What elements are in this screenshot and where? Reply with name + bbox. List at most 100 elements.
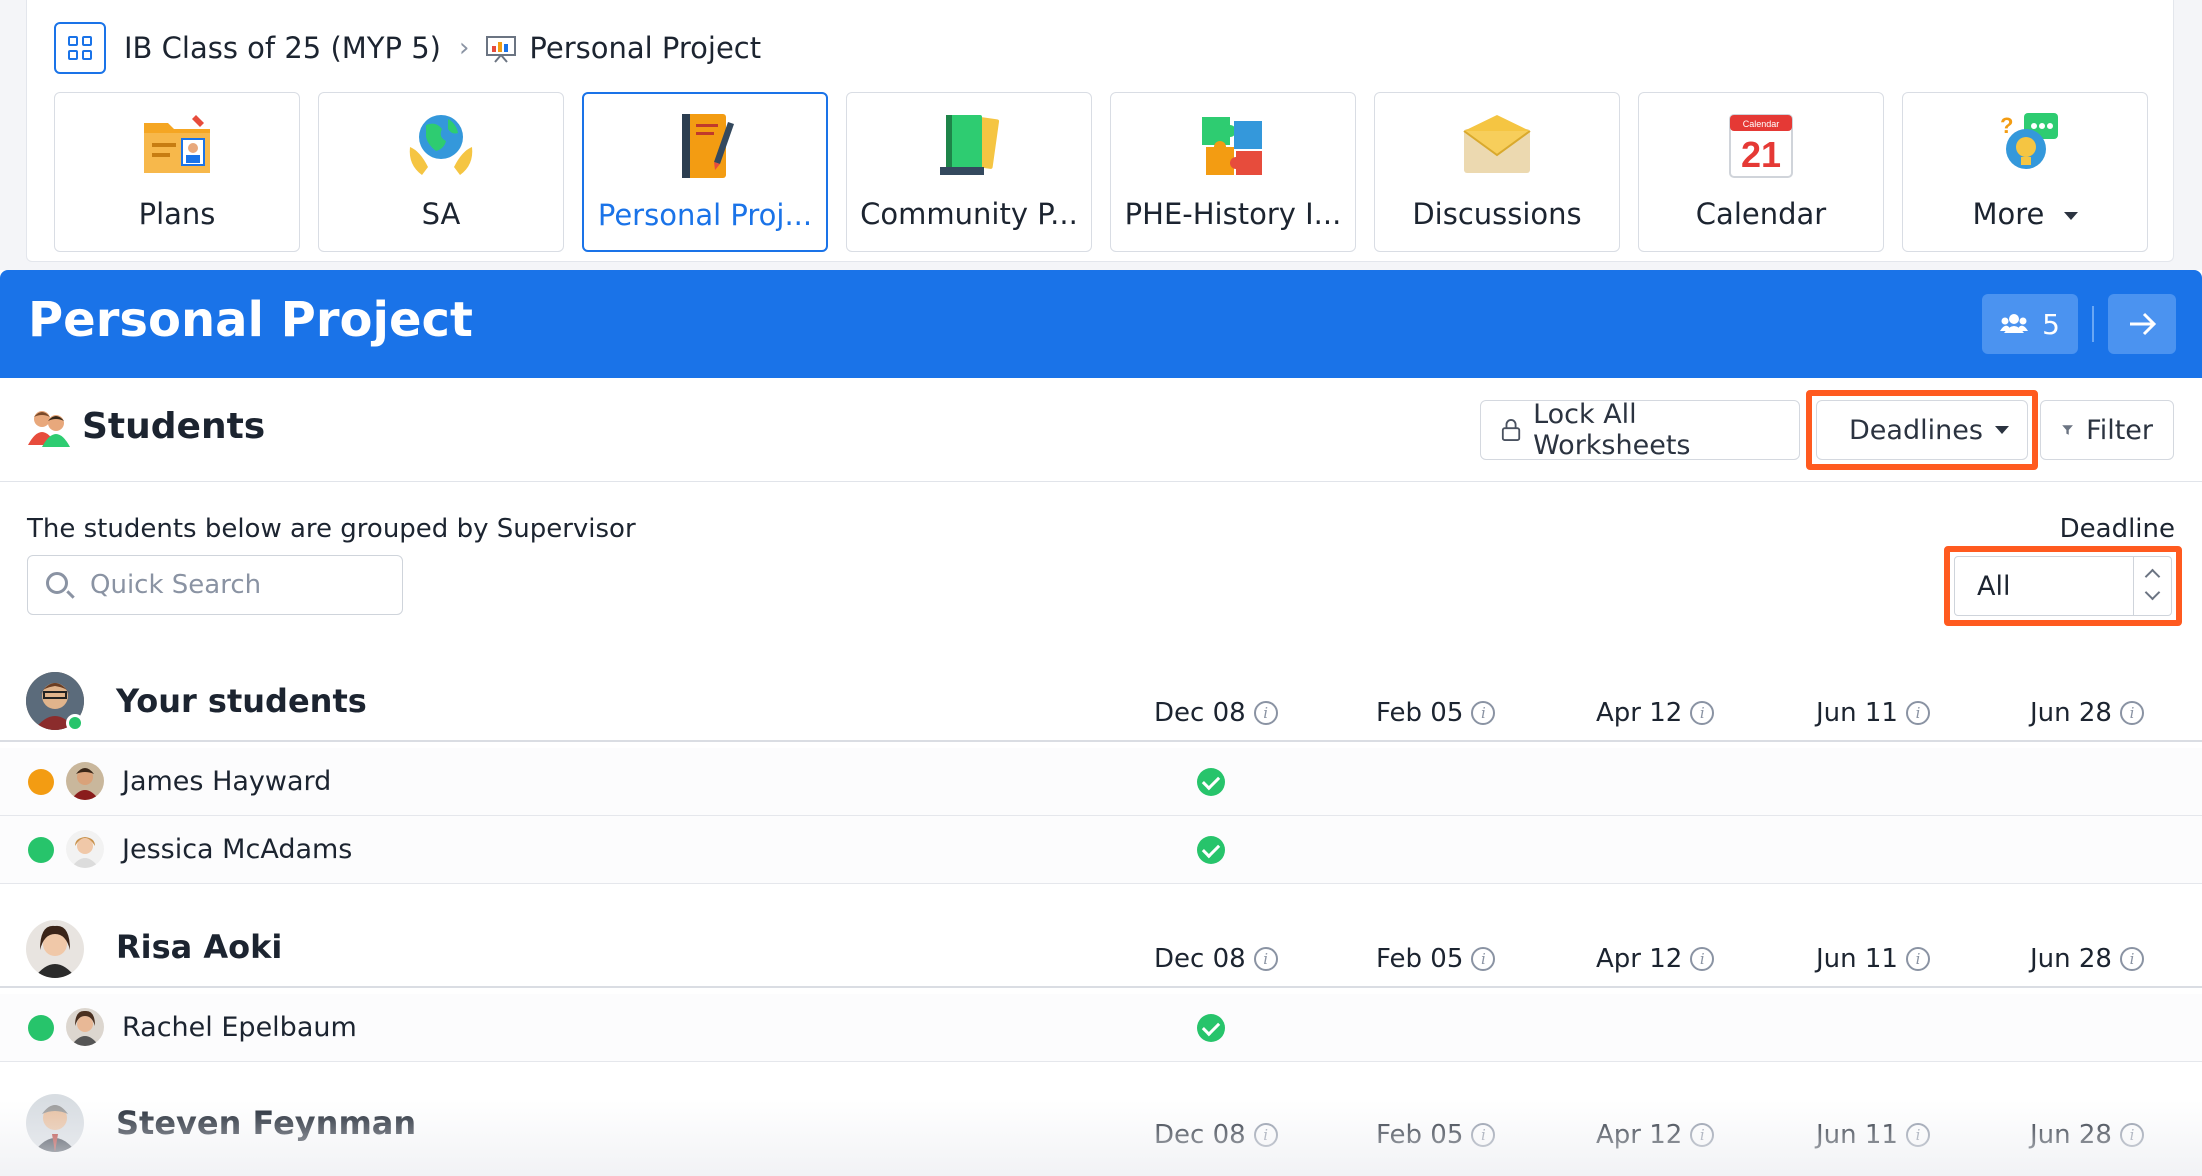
tile-calendar[interactable]: Calendar 21 Calendar <box>1638 92 1884 252</box>
page-title: Personal Project <box>28 292 473 348</box>
info-icon[interactable]: i <box>1690 947 1715 971</box>
calendar-day-text: 21 <box>1741 134 1781 175</box>
tile-label: Discussions <box>1412 197 1582 231</box>
deadline-date: Apr 12 <box>1596 1120 1683 1150</box>
grid-icon <box>68 50 78 60</box>
supervisor-group-header: Your students Dec 08 i Feb 05 i Apr 12 i Ju… <box>0 662 2202 742</box>
student-name[interactable]: Rachel Epelbaum <box>122 1012 357 1043</box>
avatar <box>66 1008 104 1046</box>
notebook-pen-icon <box>668 112 742 180</box>
member-count: 5 <box>2042 307 2060 341</box>
deadline-date: Dec 08 <box>1154 698 1246 728</box>
breadcrumb-current: Personal Project <box>529 31 762 65</box>
info-icon[interactable]: i <box>2119 1123 2144 1147</box>
members-button[interactable]: 5 <box>1982 294 2078 354</box>
students-toolbar: Students Lock All Worksheets Deadlines F… <box>0 378 2202 482</box>
deadline-column-header: Jun 28 i <box>2030 944 2144 974</box>
deadline-date: Apr 12 <box>1596 944 1683 974</box>
tile-label: Plans <box>138 197 216 231</box>
info-icon[interactable]: i <box>1471 1123 1496 1147</box>
student-row[interactable]: Rachel Epelbaum <box>0 994 2202 1062</box>
calendar-icon: Calendar 21 <box>1724 111 1798 179</box>
supervisor-group-header: Steven Feynman Dec 08 i Feb 05 i Apr 12 i J… <box>0 1084 2202 1164</box>
next-button[interactable] <box>2108 294 2176 354</box>
completed-check-icon <box>1197 768 1225 796</box>
tile-plans[interactable]: Plans <box>54 92 300 252</box>
info-icon[interactable]: i <box>1690 701 1715 725</box>
deadline-column-header: Jun 28 i <box>2030 1120 2144 1150</box>
info-icon[interactable]: i <box>1253 947 1278 971</box>
tile-discussions[interactable]: Discussions <box>1374 92 1620 252</box>
student-name[interactable]: James Hayward <box>122 766 331 797</box>
tile-label: PHE-History I... <box>1124 197 1342 231</box>
info-icon[interactable]: i <box>1905 947 1930 971</box>
lock-all-label: Lock All Worksheets <box>1533 399 1691 461</box>
info-icon[interactable]: i <box>2119 701 2144 725</box>
svg-text:?: ? <box>2000 113 2013 138</box>
grid-icon <box>82 36 92 46</box>
deadline-column-header: Dec 08 i <box>1154 1120 1278 1150</box>
quick-search-box[interactable] <box>27 555 403 615</box>
tile-phe-history[interactable]: PHE-History I... <box>1110 92 1356 252</box>
breadcrumb-class-link[interactable]: IB Class of 25 (MYP 5) <box>124 31 441 65</box>
chevron-down-icon <box>2144 584 2161 601</box>
info-icon[interactable]: i <box>1905 701 1930 725</box>
tile-personal-project[interactable]: Personal Proj... <box>582 92 828 252</box>
info-icon[interactable]: i <box>1690 1123 1715 1147</box>
page-header: Personal Project 5 <box>0 270 2202 378</box>
info-icon[interactable]: i <box>1905 1123 1930 1147</box>
flag-badge-icon <box>28 837 54 863</box>
deadline-date: Feb 05 <box>1376 944 1464 974</box>
deadline-select[interactable]: All <box>1954 556 2172 616</box>
tile-sa[interactable]: SA <box>318 92 564 252</box>
calendar-header-text: Calendar <box>1743 119 1780 129</box>
deadline-date: Feb 05 <box>1376 1120 1464 1150</box>
completed-check-icon <box>1197 1014 1225 1042</box>
info-icon[interactable]: i <box>1471 947 1496 971</box>
deadline-date: Jun 11 <box>1816 944 1898 974</box>
student-row[interactable]: James Hayward <box>0 748 2202 816</box>
student-name[interactable]: Jessica McAdams <box>122 834 352 865</box>
deadline-date: Jun 28 <box>2030 1120 2112 1150</box>
chevron-up-icon <box>2144 568 2161 585</box>
lock-all-worksheets-button[interactable]: Lock All Worksheets <box>1480 399 1800 461</box>
tile-label: SA <box>421 197 461 231</box>
grid-icon <box>68 36 78 46</box>
tile-community-project[interactable]: Community P... <box>846 92 1092 252</box>
deadline-column-header: Apr 12 i <box>1596 698 1715 728</box>
deadline-date: Jun 28 <box>2030 698 2112 728</box>
avatar <box>66 762 104 800</box>
students-title-text: Students <box>82 406 266 447</box>
deadline-column-header: Jun 28 i <box>2030 698 2144 728</box>
info-icon[interactable]: i <box>1253 1123 1278 1147</box>
filter-button[interactable]: Filter <box>2040 400 2174 460</box>
lock-icon <box>1501 419 1521 441</box>
quick-search-input[interactable] <box>90 564 390 606</box>
info-icon[interactable]: i <box>2119 947 2144 971</box>
apps-grid-button[interactable] <box>54 22 106 74</box>
top-navigation: IB Class of 25 (MYP 5) › Personal Projec… <box>0 0 2202 270</box>
filter-label: Filter <box>2086 414 2153 446</box>
folder-plans-icon <box>140 111 214 179</box>
deadline-column-header: Jun 11 i <box>1816 1120 1930 1150</box>
grouping-note: The students below are grouped by Superv… <box>27 514 636 544</box>
deadlines-label: Deadlines <box>1849 414 1983 446</box>
avatar <box>66 830 104 868</box>
tile-more[interactable]: ? More <box>1902 92 2148 252</box>
select-stepper[interactable] <box>2133 557 2171 615</box>
tile-label: Calendar <box>1695 197 1827 231</box>
student-row[interactable]: Jessica McAdams <box>0 816 2202 884</box>
deadlines-dropdown-button[interactable]: Deadlines <box>1816 400 2028 460</box>
deadline-select-value: All <box>1977 571 2011 602</box>
deadline-date: Feb 05 <box>1376 698 1464 728</box>
deadline-column-header: Feb 05 i <box>1376 698 1496 728</box>
chat-lightbulb-icon: ? <box>1988 111 2062 179</box>
grid-icon <box>82 50 92 60</box>
group-name: Risa Aoki <box>116 928 283 966</box>
arrow-right-icon <box>2130 312 2157 336</box>
info-icon[interactable]: i <box>1253 701 1278 725</box>
info-icon[interactable]: i <box>1471 701 1496 725</box>
search-icon <box>46 572 68 594</box>
supervisor-group-header: Risa Aoki Dec 08 i Feb 05 i Apr 12 i Jun 11… <box>0 908 2202 988</box>
group-name: Steven Feynman <box>116 1104 417 1142</box>
